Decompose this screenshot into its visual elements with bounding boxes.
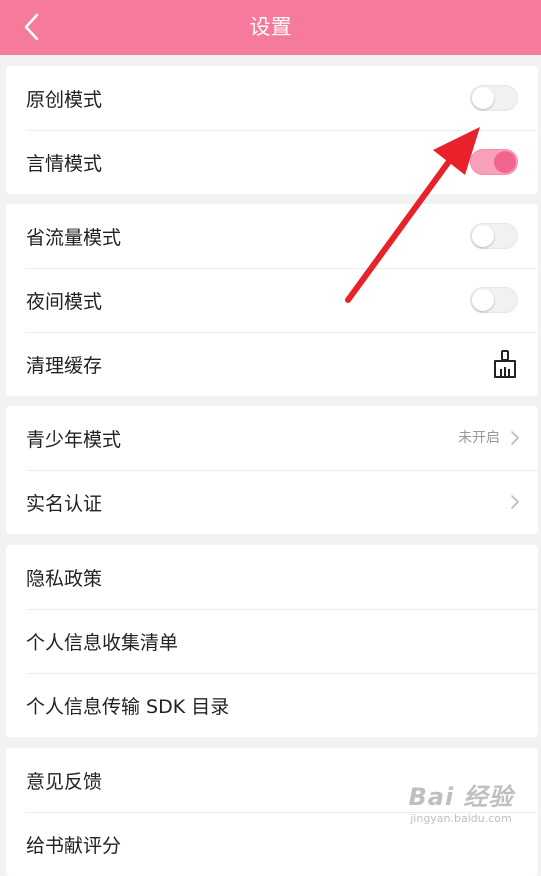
original-mode-label: 原创模式 bbox=[26, 88, 103, 111]
watermark-url: jingyan.baidu.com bbox=[410, 812, 512, 825]
night-mode-row[interactable]: 夜间模式 bbox=[6, 268, 538, 332]
toggle-knob bbox=[494, 151, 516, 173]
real-name-label: 实名认证 bbox=[26, 492, 103, 515]
privacy-policy-label: 隐私政策 bbox=[26, 567, 103, 590]
header-bar: 设置 bbox=[0, 0, 541, 55]
info-collection-label: 个人信息收集清单 bbox=[26, 631, 179, 654]
teen-mode-status: 未开启 bbox=[458, 430, 500, 446]
teen-mode-label: 青少年模式 bbox=[26, 428, 122, 451]
rate-label: 给书献评分 bbox=[26, 834, 122, 857]
toggle-knob bbox=[472, 289, 494, 311]
settings-group: 省流量模式 夜间模式 清理缓存 bbox=[6, 204, 538, 396]
clear-cache-row[interactable]: 清理缓存 bbox=[6, 332, 538, 396]
watermark: Bai 经验 jingyan.baidu.com bbox=[386, 782, 536, 838]
original-mode-row[interactable]: 原创模式 bbox=[6, 66, 538, 130]
privacy-group: 隐私政策 个人信息收集清单 个人信息传输 SDK 目录 bbox=[6, 545, 538, 737]
chevron-right-icon bbox=[511, 431, 519, 445]
privacy-policy-row[interactable]: 隐私政策 bbox=[6, 545, 538, 609]
original-mode-toggle[interactable] bbox=[470, 85, 518, 111]
info-collection-row[interactable]: 个人信息收集清单 bbox=[6, 609, 538, 673]
page-title: 设置 bbox=[249, 15, 292, 39]
sdk-list-label: 个人信息传输 SDK 目录 bbox=[26, 695, 230, 718]
real-name-row[interactable]: 实名认证 bbox=[6, 470, 538, 534]
night-mode-toggle[interactable] bbox=[470, 287, 518, 313]
yanqing-mode-row[interactable]: 言情模式 bbox=[6, 130, 538, 194]
data-saver-toggle[interactable] bbox=[470, 223, 518, 249]
account-group: 青少年模式 未开启 实名认证 bbox=[6, 406, 538, 534]
chevron-right-icon bbox=[511, 495, 519, 509]
watermark-text: Bai 经验 bbox=[408, 783, 514, 811]
toggle-knob bbox=[472, 87, 494, 109]
data-saver-row[interactable]: 省流量模式 bbox=[6, 204, 538, 268]
toggle-knob bbox=[472, 225, 494, 247]
yanqing-mode-label: 言情模式 bbox=[26, 152, 103, 175]
broom-icon[interactable] bbox=[490, 349, 520, 379]
night-mode-label: 夜间模式 bbox=[26, 290, 103, 313]
data-saver-label: 省流量模式 bbox=[26, 226, 122, 249]
clear-cache-label: 清理缓存 bbox=[26, 354, 103, 377]
sdk-list-row[interactable]: 个人信息传输 SDK 目录 bbox=[6, 673, 538, 737]
modes-group: 原创模式 言情模式 bbox=[6, 66, 538, 194]
teen-mode-row[interactable]: 青少年模式 未开启 bbox=[6, 406, 538, 470]
feedback-label: 意见反馈 bbox=[26, 770, 103, 793]
yanqing-mode-toggle[interactable] bbox=[470, 149, 518, 175]
